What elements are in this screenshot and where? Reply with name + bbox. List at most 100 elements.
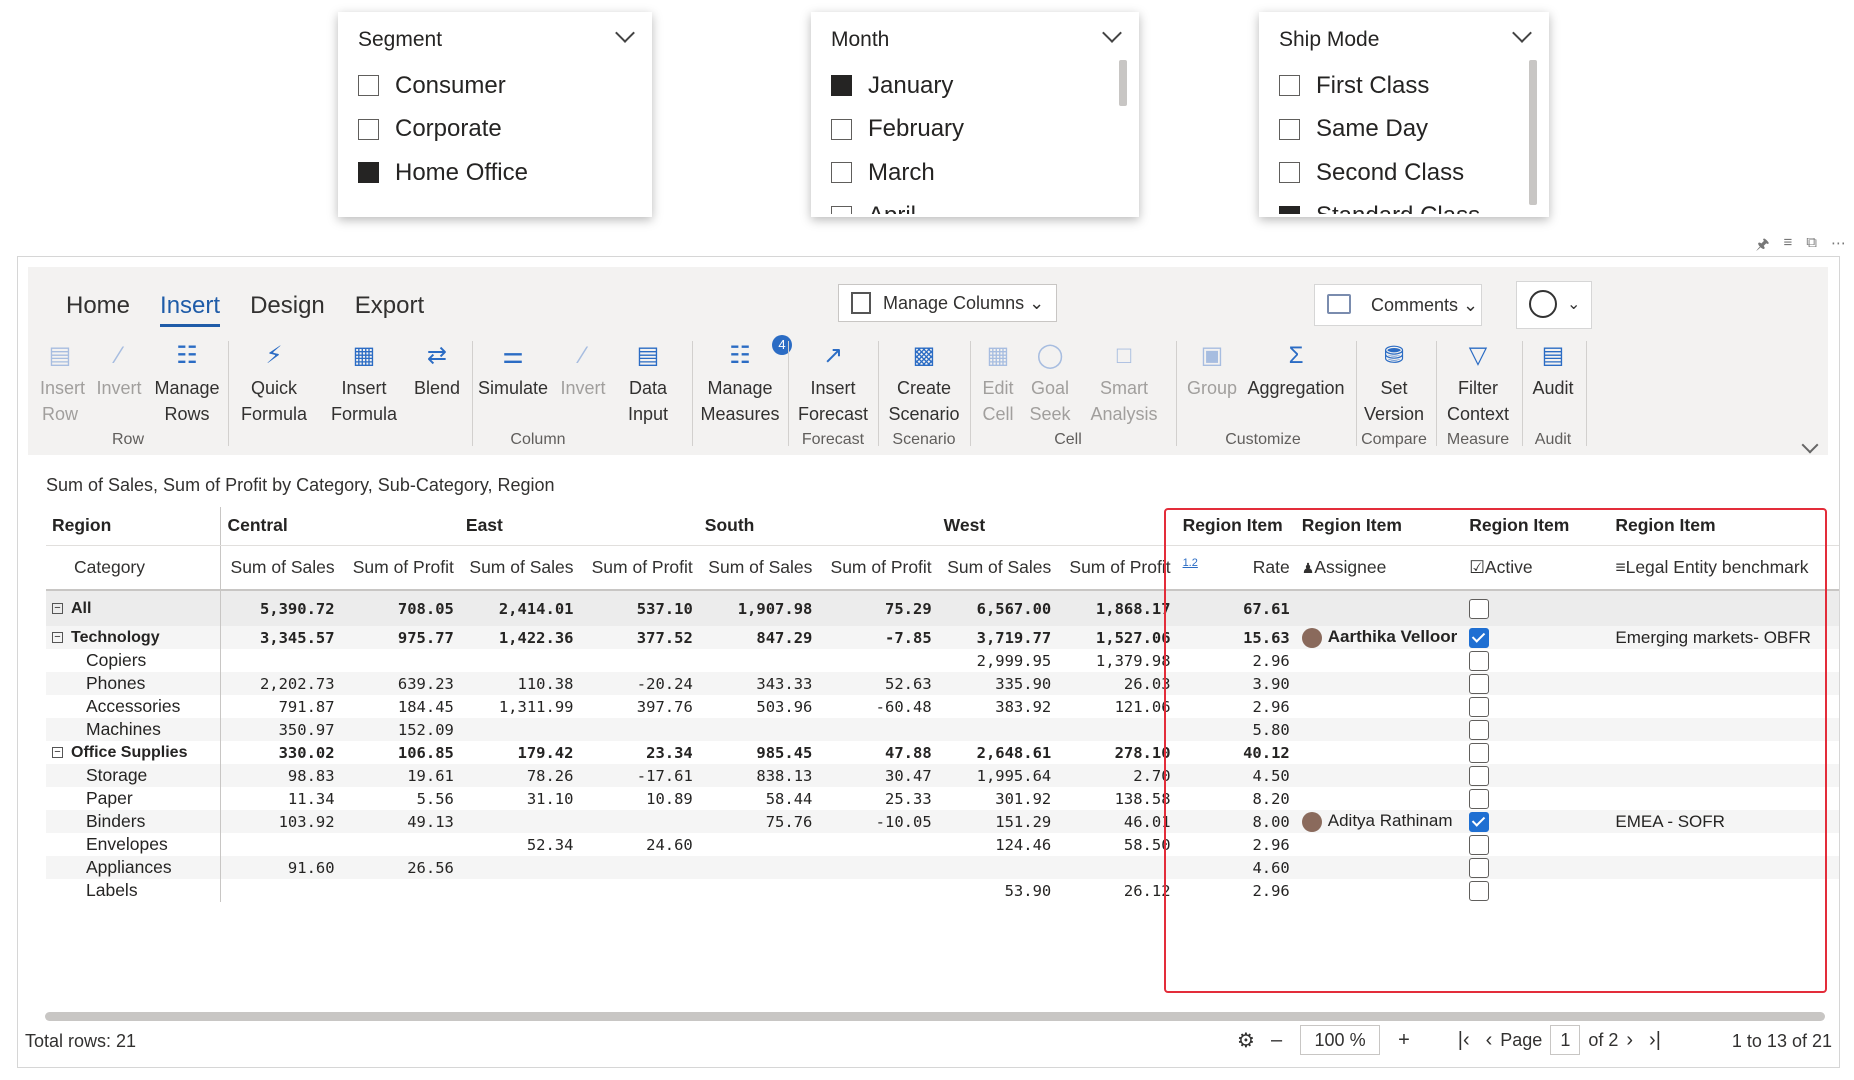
active-checkbox[interactable] [1469, 858, 1490, 879]
checkbox[interactable] [358, 118, 379, 140]
scrollbar[interactable] [1529, 60, 1537, 205]
active-checkbox[interactable] [1469, 627, 1490, 648]
checkbox[interactable] [1279, 75, 1300, 97]
checkbox[interactable] [831, 118, 852, 140]
slicer-option[interactable]: April [829, 195, 1121, 214]
collapse-icon[interactable]: − [52, 746, 63, 758]
assignee-cell[interactable] [1295, 590, 1464, 626]
legal-entity-cell[interactable] [1609, 649, 1839, 672]
active-checkbox[interactable] [1469, 720, 1490, 741]
tab-home[interactable]: Home [66, 292, 130, 327]
slicer-option[interactable]: Consumer [356, 64, 634, 108]
collapse-icon[interactable]: − [52, 602, 63, 614]
set-version-button[interactable]: ⛃ Set Version [1364, 341, 1424, 427]
insert-forecast-button[interactable]: ↗ Insert Forecast [796, 341, 870, 427]
legal-entity-cell[interactable] [1609, 879, 1839, 902]
assignee-cell[interactable]: Aarthika Velloor [1295, 626, 1464, 649]
collapse-icon[interactable]: − [52, 631, 63, 643]
invert-column-button[interactable]: ∕ Invert [558, 341, 608, 401]
value-cell: 26.12 [1123, 881, 1171, 900]
slicer-option[interactable]: First Class [1277, 64, 1531, 108]
legal-entity-cell[interactable] [1609, 787, 1839, 810]
tab-export[interactable]: Export [355, 292, 424, 327]
goal-seek-button[interactable]: ◯ Goal Seek [1028, 341, 1072, 427]
legal-entity-cell[interactable] [1609, 718, 1839, 741]
checkbox[interactable] [831, 75, 852, 97]
assignee-cell[interactable] [1295, 856, 1464, 879]
slicer-option[interactable]: March [829, 151, 1121, 195]
assignee-cell[interactable] [1295, 718, 1464, 741]
audit-button[interactable]: ▤ Audit [1528, 341, 1578, 401]
assignee-cell[interactable] [1296, 741, 1463, 764]
row-label: Copiers [46, 649, 222, 672]
legal-entity-cell[interactable] [1609, 741, 1839, 764]
legal-entity-cell[interactable] [1609, 764, 1839, 787]
tab-design[interactable]: Design [250, 292, 325, 327]
slicer-option[interactable]: Same Day [1277, 108, 1531, 152]
assignee-cell[interactable]: Aditya Rathinam [1295, 810, 1464, 833]
legal-entity-cell[interactable] [1609, 833, 1839, 856]
insert-formula-button[interactable]: ▦ Insert Formula [324, 341, 404, 427]
checkbox[interactable] [1279, 205, 1300, 214]
checkbox[interactable] [1279, 162, 1300, 184]
assignee-cell[interactable] [1296, 879, 1463, 902]
active-checkbox[interactable] [1469, 766, 1490, 787]
assignee-cell[interactable] [1295, 764, 1464, 787]
active-checkbox[interactable] [1469, 835, 1490, 856]
aggregation-button[interactable]: Σ Aggregation [1246, 341, 1346, 401]
slicer-option[interactable]: Home Office [356, 151, 634, 195]
slicer-option[interactable]: Second Class [1277, 151, 1531, 195]
insert-row-button[interactable]: ▤ Insert Row [40, 341, 85, 427]
legal-entity-cell[interactable]: Emerging markets- OBFR [1609, 626, 1839, 649]
profile-button[interactable]: ⌄ [1516, 281, 1592, 329]
create-scenario-button[interactable]: ▩ Create Scenario [886, 341, 962, 427]
tab-insert[interactable]: Insert [160, 292, 221, 327]
checkbox[interactable] [1279, 118, 1300, 140]
invert-row-button[interactable]: ∕ Invert [94, 341, 144, 401]
manage-columns-icon [851, 292, 871, 314]
table-row: Appliances 91.60 26.56 4.60 [46, 856, 1839, 879]
checkbox[interactable] [358, 162, 379, 184]
slicer-option[interactable]: January [829, 64, 1121, 108]
comments-button[interactable]: Comments ⌄ [1314, 284, 1482, 326]
legal-entity-cell[interactable] [1609, 856, 1839, 879]
checkbox[interactable] [358, 75, 379, 97]
assignee-cell[interactable] [1296, 695, 1463, 718]
data-input-button[interactable]: ▤ Data Input [618, 341, 678, 427]
assignee-cell[interactable] [1295, 672, 1464, 695]
assignee-cell[interactable] [1296, 833, 1463, 856]
expand-ribbon-icon[interactable] [1801, 436, 1819, 454]
legal-entity-cell[interactable]: EMEA - SOFR [1609, 810, 1839, 833]
active-checkbox[interactable] [1469, 674, 1490, 695]
assignee-cell[interactable] [1296, 649, 1463, 672]
checkbox[interactable] [831, 205, 852, 214]
active-checkbox[interactable] [1469, 697, 1490, 718]
active-checkbox[interactable] [1469, 881, 1490, 902]
filter-context-button[interactable]: ▽ Filter Context [1442, 341, 1514, 427]
avatar [1301, 627, 1322, 648]
slicer-option[interactable]: Corporate [356, 108, 634, 152]
slicer-option[interactable]: Standard Class [1277, 195, 1531, 214]
edit-cell-button[interactable]: ▦ Edit Cell [978, 341, 1018, 427]
checkbox[interactable] [831, 162, 852, 184]
active-checkbox[interactable] [1469, 598, 1490, 619]
scrollbar[interactable] [1119, 60, 1127, 106]
active-checkbox[interactable] [1469, 651, 1490, 672]
active-checkbox[interactable] [1469, 789, 1490, 810]
value-cell: 503.96 [756, 697, 813, 716]
legal-entity-cell[interactable] [1609, 672, 1839, 695]
manage-measures-button[interactable]: ☷ 4 Manage Measures [700, 335, 792, 427]
assignee-cell[interactable] [1296, 787, 1463, 810]
manage-columns-button[interactable]: Manage Columns ⌄ [838, 284, 1058, 322]
smart-analysis-button[interactable]: □ Smart Analysis [1082, 341, 1166, 427]
active-checkbox[interactable] [1469, 742, 1490, 763]
group-button[interactable]: ▣ Group [1184, 341, 1240, 401]
manage-rows-button[interactable]: ☷ Manage Rows [152, 341, 222, 427]
legal-entity-cell[interactable] [1609, 695, 1839, 718]
slicer-option[interactable]: February [829, 108, 1121, 152]
active-checkbox[interactable] [1469, 812, 1490, 833]
blend-button[interactable]: ⇄ Blend [412, 341, 462, 401]
simulate-button[interactable]: ⚌ Simulate [478, 341, 548, 401]
quick-formula-button[interactable]: ⚡ Quick Formula [236, 341, 312, 427]
legal-entity-cell[interactable] [1609, 590, 1839, 626]
